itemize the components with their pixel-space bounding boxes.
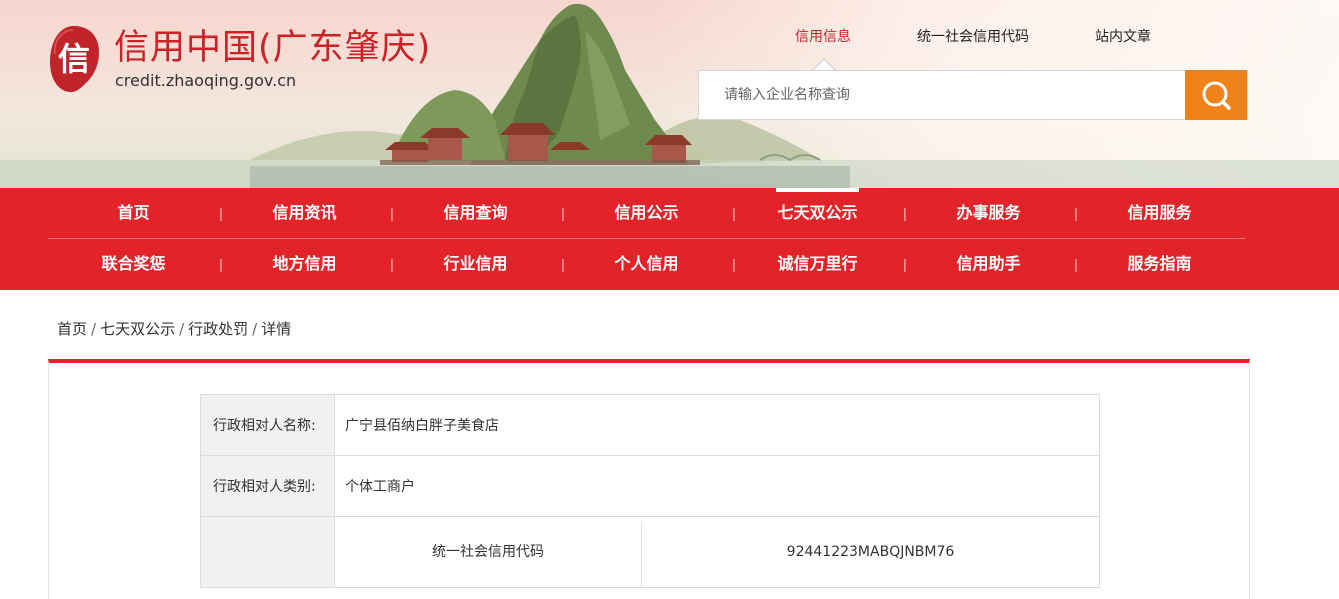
- field-label-type: 行政相对人类别:: [200, 455, 335, 517]
- code-cell: 统一社会信用代码 92441223MABQJNBM76: [334, 516, 1100, 588]
- top-link-credit-info[interactable]: 信用信息: [795, 26, 851, 48]
- nav-item-personal-credit[interactable]: 个人信用: [561, 239, 732, 289]
- nav-item-industry-credit[interactable]: 行业信用: [390, 239, 561, 289]
- table-row: 行政相对人名称: 广宁县佰纳白胖子美食店: [200, 394, 1100, 456]
- code-subtable: 统一社会信用代码 92441223MABQJNBM76: [335, 517, 1099, 587]
- nav-item-joint-rewards[interactable]: 联合奖惩: [48, 239, 219, 289]
- code-value: 92441223MABQJNBM76: [786, 544, 955, 560]
- breadcrumb-separator: /: [91, 320, 97, 338]
- nav-item-credit-news[interactable]: 信用资讯: [219, 188, 390, 238]
- nav-item-credit-query[interactable]: 信用查询: [390, 188, 561, 238]
- site-domain: credit.zhaoqing.gov.cn: [115, 71, 297, 90]
- top-link-site-articles[interactable]: 站内文章: [1095, 26, 1151, 48]
- search-button[interactable]: [1185, 70, 1247, 120]
- breadcrumb-separator: /: [252, 320, 258, 338]
- top-link-unified-code[interactable]: 统一社会信用代码: [917, 26, 1029, 48]
- nav-item-service-guide[interactable]: 服务指南: [1074, 239, 1245, 289]
- logo-icon[interactable]: 信: [47, 24, 101, 94]
- field-value-type: 个体工商户: [334, 455, 1100, 517]
- nav-item-local-credit[interactable]: 地方信用: [219, 239, 390, 289]
- breadcrumb-separator: /: [179, 320, 185, 338]
- nav-item-seven-day-publicity[interactable]: 七天双公示: [732, 188, 903, 238]
- breadcrumb-current: 详情: [261, 320, 292, 338]
- detail-panel: 行政相对人名称: 广宁县佰纳白胖子美食店 行政相对人类别: 个体工商户 统一社会…: [48, 359, 1250, 599]
- nav-item-home[interactable]: 首页: [48, 188, 219, 238]
- nav-row-2: 联合奖惩 | 地方信用 | 行业信用 | 个人信用 | 诚信万里行 | 信用助手…: [48, 239, 1245, 289]
- nav-item-credit-service[interactable]: 信用服务: [1074, 188, 1245, 238]
- nav-item-credit-publicity[interactable]: 信用公示: [561, 188, 732, 238]
- field-label-name: 行政相对人名称:: [200, 394, 335, 456]
- code-label: 统一社会信用代码: [432, 544, 544, 560]
- table-row: 行政相对人类别: 个体工商户: [200, 455, 1100, 517]
- svg-text:信: 信: [58, 40, 90, 78]
- nav-row-1: 首页 | 信用资讯 | 信用查询 | 信用公示 | 七天双公示 | 办事服务 |…: [48, 188, 1245, 239]
- search-box: [698, 70, 1248, 120]
- site-title: 信用中国(广东肇庆): [114, 28, 432, 68]
- nav-item-integrity-tour[interactable]: 诚信万里行: [732, 239, 903, 289]
- breadcrumb-home[interactable]: 首页: [57, 320, 87, 338]
- field-value-name: 广宁县佰纳白胖子美食店: [334, 394, 1100, 456]
- detail-table: 行政相对人名称: 广宁县佰纳白胖子美食店 行政相对人类别: 个体工商户 统一社会…: [200, 394, 1100, 588]
- nav-item-affairs-service[interactable]: 办事服务: [903, 188, 1074, 238]
- table-row: 统一社会信用代码 92441223MABQJNBM76: [200, 516, 1100, 588]
- field-label-empty: [200, 516, 335, 588]
- breadcrumb-admin-penalty[interactable]: 行政处罚: [188, 320, 248, 338]
- search-input[interactable]: [699, 71, 1185, 119]
- search-icon: [1202, 81, 1231, 110]
- breadcrumb: 首页 / 七天双公示 / 行政处罚 / 详情: [57, 318, 291, 340]
- site-header: 信 信用中国(广东肇庆) credit.zhaoqing.gov.cn 信用信息…: [0, 0, 1339, 188]
- main-nav: 首页 | 信用资讯 | 信用查询 | 信用公示 | 七天双公示 | 办事服务 |…: [0, 188, 1339, 290]
- breadcrumb-seven-day-publicity[interactable]: 七天双公示: [100, 320, 175, 338]
- nav-item-credit-assistant[interactable]: 信用助手: [903, 239, 1074, 289]
